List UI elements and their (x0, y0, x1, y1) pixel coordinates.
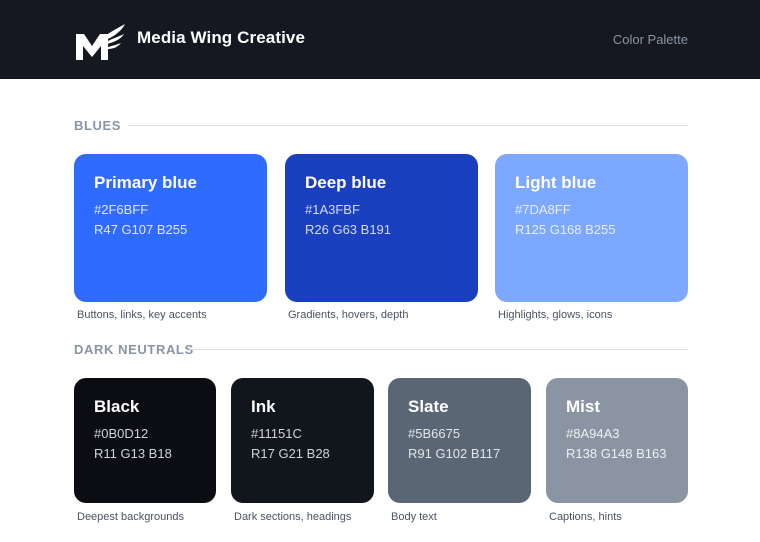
m-wing-logo-icon (76, 24, 125, 60)
swatch-hex: #11151C (251, 426, 302, 441)
swatch-slate: Slate #5B6675 R91 G102 B117 (388, 378, 531, 503)
swatch-light-blue: Light blue #7DA8FF R125 G168 B255 (495, 154, 688, 302)
brand-name: Media Wing Creative (137, 28, 306, 47)
swatch-caption: Dark sections, headings (234, 511, 352, 523)
section-title-dark-neutrals: DARK NEUTRALS (74, 342, 194, 357)
swatch-caption: Gradients, hovers, depth (288, 309, 409, 321)
swatch-primary-blue: Primary blue #2F6BFF R47 G107 B255 (74, 154, 267, 302)
swatch-rgb: R125 G168 B255 (515, 222, 616, 237)
swatch-hex: #8A94A3 (566, 426, 620, 441)
swatch-caption: Captions, hints (549, 511, 622, 523)
swatch-name: Black (94, 397, 140, 416)
swatch-name: Mist (566, 397, 600, 416)
page-label: Color Palette (612, 32, 688, 47)
swatch-hex: #5B6675 (408, 426, 461, 441)
swatch-hex: #1A3FBF (305, 202, 360, 217)
swatch-hex: #0B0D12 (94, 426, 149, 441)
swatch-caption: Body text (391, 511, 437, 523)
swatch-black: Black #0B0D12 R11 G13 B18 (74, 378, 216, 503)
page-header: Media Wing Creative Color Palette (0, 0, 760, 79)
swatch-name: Slate (408, 397, 449, 416)
swatch-mist: Mist #8A94A3 R138 G148 B163 (546, 378, 688, 503)
swatch-hex: #7DA8FF (515, 202, 571, 217)
swatch-name: Light blue (515, 173, 597, 192)
swatch-rgb: R11 G13 B18 (94, 446, 172, 461)
swatch-ink: Ink #11151C R17 G21 B28 (231, 378, 374, 503)
swatch-name: Deep blue (305, 173, 387, 192)
section-title-blues: BLUES (74, 118, 122, 133)
swatch-name: Primary blue (94, 173, 197, 192)
swatch-caption: Buttons, links, key accents (77, 309, 207, 321)
swatch-rgb: R17 G21 B28 (251, 446, 330, 461)
swatch-deep-blue: Deep blue #1A3FBF R26 G63 B191 (285, 154, 478, 302)
section-divider (189, 349, 688, 350)
swatch-rgb: R47 G107 B255 (94, 222, 188, 237)
swatch-hex: #2F6BFF (94, 202, 149, 217)
swatch-rgb: R26 G63 B191 (305, 222, 392, 237)
swatch-name: Ink (251, 397, 276, 416)
swatch-rgb: R91 G102 B117 (408, 446, 501, 461)
swatch-caption: Deepest backgrounds (77, 511, 185, 523)
swatch-caption: Highlights, glows, icons (498, 309, 613, 321)
section-divider (128, 125, 688, 126)
swatch-rgb: R138 G148 B163 (566, 446, 667, 461)
